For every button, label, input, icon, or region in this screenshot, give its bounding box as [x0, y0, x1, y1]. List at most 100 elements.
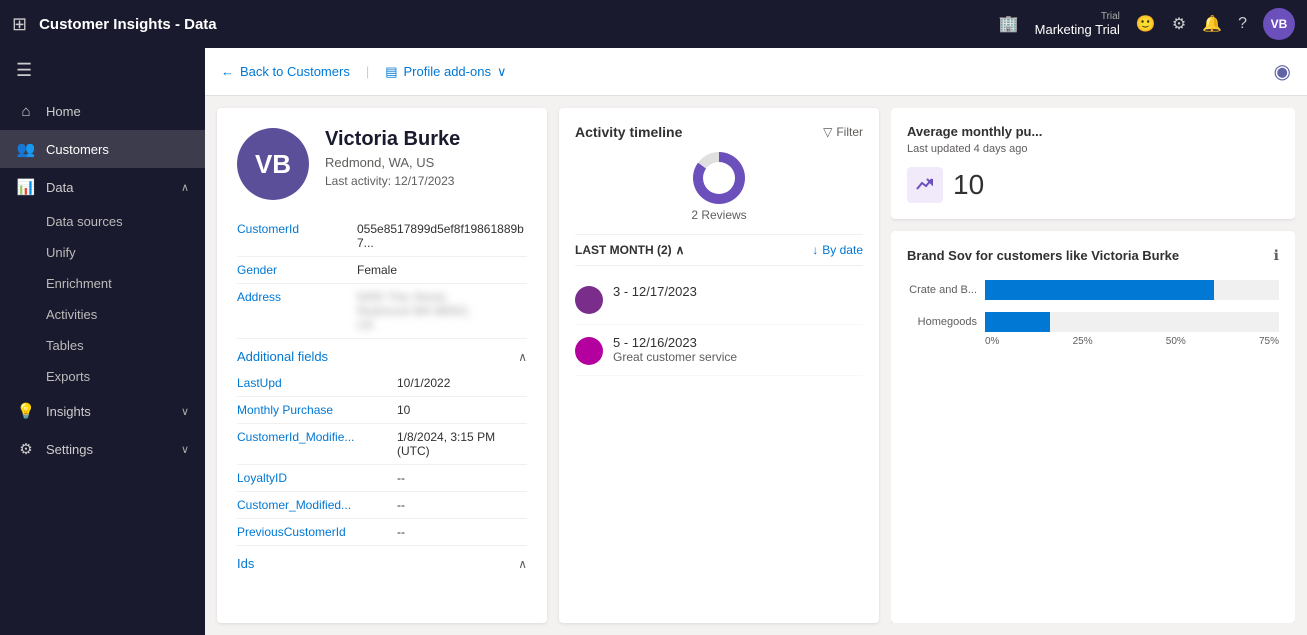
bar-label-1: Homegoods — [907, 316, 977, 328]
ids-chevron-icon: ∧ — [518, 557, 527, 571]
settings-icon[interactable]: ⚙ — [1172, 14, 1186, 34]
panels-row: VB Victoria Burke Redmond, WA, US Last a… — [205, 96, 1307, 635]
settings-sidebar-icon: ⚙ — [16, 440, 36, 458]
activity-panel: Activity timeline ▽ Filter 2 Reviews LAS… — [559, 108, 879, 623]
avg-purchase-value: 10 — [953, 169, 984, 201]
app-title: Customer Insights - Data — [39, 16, 987, 33]
sidebar-item-customers[interactable]: 👥 Customers — [0, 130, 205, 168]
sidebar-item-home[interactable]: ⌂ Home — [0, 93, 205, 130]
sidebar-item-insights[interactable]: 💡 Insights ∨ — [0, 392, 205, 430]
main-layout: ☰ ⌂ Home 👥 Customers 📊 Data ∧ Data sourc… — [0, 48, 1307, 635]
emoji-icon[interactable]: 🙂 — [1136, 14, 1156, 34]
additional-field-2: CustomerId_Modifie... 1/8/2024, 3:15 PM … — [237, 424, 527, 465]
bar-row-1: Homegoods — [907, 312, 1279, 332]
customer-panel: VB Victoria Burke Redmond, WA, US Last a… — [217, 108, 547, 623]
customer-header: VB Victoria Burke Redmond, WA, US Last a… — [237, 128, 527, 200]
sort-by-date-button[interactable]: ↓ By date — [812, 243, 863, 257]
sidebar-item-enrichment[interactable]: Enrichment — [0, 268, 205, 299]
bar-fill-0 — [985, 280, 1214, 300]
activity-donut-row: 2 Reviews — [575, 152, 863, 222]
customer-fields: CustomerId 055e8517899d5ef8f19861889b7..… — [237, 216, 527, 339]
additional-field-3: LoyaltyID -- — [237, 465, 527, 492]
brand-sov-header: Brand Sov for customers like Victoria Bu… — [907, 247, 1279, 264]
sidebar-item-activities[interactable]: Activities — [0, 299, 205, 330]
nav-divider: | — [366, 64, 369, 79]
bar-track-0 — [985, 280, 1279, 300]
help-icon[interactable]: ? — [1238, 15, 1247, 33]
additional-fields-section-header[interactable]: Additional fields ∧ — [237, 339, 527, 370]
customer-last-activity: Last activity: 12/17/2023 — [325, 174, 460, 188]
sidebar-item-data-sources[interactable]: Data sources — [0, 206, 205, 237]
data-chevron-icon: ∧ — [181, 181, 189, 194]
activity-header: Activity timeline ▽ Filter — [575, 124, 863, 140]
info-icon[interactable]: ℹ — [1274, 247, 1279, 264]
customers-icon: 👥 — [16, 140, 36, 158]
field-address: Address 5000 This Street,Redmond WA 9805… — [237, 284, 527, 339]
sidebar-item-data[interactable]: 📊 Data ∧ — [0, 168, 205, 206]
filter-button[interactable]: ▽ Filter — [823, 125, 863, 139]
customer-info: Victoria Burke Redmond, WA, US Last acti… — [325, 128, 460, 188]
sidebar-item-tables[interactable]: Tables — [0, 330, 205, 361]
home-icon: ⌂ — [16, 103, 36, 120]
secondary-nav: ← Back to Customers | ▤ Profile add-ons … — [205, 48, 1307, 96]
sidebar-item-settings[interactable]: ⚙ Settings ∨ — [0, 430, 205, 468]
sidebar-hamburger[interactable]: ☰ — [0, 48, 205, 93]
org-icon[interactable]: 🏢 — [999, 14, 1019, 34]
back-arrow-icon: ← — [221, 64, 234, 79]
profile-addons-chevron-icon: ∨ — [497, 64, 507, 80]
sort-icon: ↓ — [812, 243, 818, 257]
notification-icon[interactable]: 🔔 — [1202, 14, 1222, 34]
field-gender: Gender Female — [237, 257, 527, 284]
nav-right-circle-icon[interactable]: ◉ — [1274, 59, 1291, 84]
additional-fields-list: LastUpd 10/1/2022 Monthly Purchase 10 Cu… — [237, 370, 527, 546]
avg-purchase-value-row: 10 — [907, 167, 1279, 203]
back-to-customers-button[interactable]: ← Back to Customers — [221, 64, 350, 79]
activity-dot-1 — [575, 337, 603, 365]
content-area: ← Back to Customers | ▤ Profile add-ons … — [205, 48, 1307, 635]
month-filter: LAST MONTH (2) ∧ ↓ By date — [575, 234, 863, 266]
profile-addons-button[interactable]: ▤ Profile add-ons ∨ — [385, 64, 506, 80]
sidebar: ☰ ⌂ Home 👥 Customers 📊 Data ∧ Data sourc… — [0, 48, 205, 635]
data-icon: 📊 — [16, 178, 36, 196]
settings-chevron-icon: ∨ — [181, 443, 189, 456]
activity-dot-0 — [575, 286, 603, 314]
topbar: ⊞ Customer Insights - Data 🏢 Trial Marke… — [0, 0, 1307, 48]
insights-panel: Average monthly pu... Last updated 4 day… — [891, 108, 1295, 623]
additional-field-5: PreviousCustomerId -- — [237, 519, 527, 546]
activity-donut — [693, 152, 745, 204]
avg-purchase-card: Average monthly pu... Last updated 4 day… — [891, 108, 1295, 219]
trial-badge: Trial Marketing Trial — [1035, 11, 1120, 37]
month-chevron-icon: ∧ — [676, 243, 685, 257]
field-customer-id: CustomerId 055e8517899d5ef8f19861889b7..… — [237, 216, 527, 257]
additional-field-4: Customer_Modified... -- — [237, 492, 527, 519]
avg-purchase-icon — [907, 167, 943, 203]
additional-field-0: LastUpd 10/1/2022 — [237, 370, 527, 397]
address-value: 5000 This Street,Redmond WA 98052,US — [357, 290, 471, 332]
insights-chevron-icon: ∨ — [181, 405, 189, 418]
user-avatar[interactable]: VB — [1263, 8, 1295, 40]
profile-addons-icon: ▤ — [385, 64, 397, 80]
customer-avatar: VB — [237, 128, 309, 200]
bar-axis: 0% 25% 50% 75% — [907, 336, 1279, 347]
customer-location: Redmond, WA, US — [325, 155, 460, 170]
grid-icon[interactable]: ⊞ — [12, 14, 27, 35]
month-label[interactable]: LAST MONTH (2) ∧ — [575, 243, 684, 257]
activity-donut-inner — [703, 162, 735, 194]
brand-sov-card: Brand Sov for customers like Victoria Bu… — [891, 231, 1295, 623]
additional-fields-chevron-icon: ∧ — [518, 350, 527, 364]
sidebar-item-exports[interactable]: Exports — [0, 361, 205, 392]
additional-field-1: Monthly Purchase 10 — [237, 397, 527, 424]
activity-entry-content-0: 3 - 12/17/2023 — [613, 284, 863, 299]
topbar-right: 🏢 Trial Marketing Trial 🙂 ⚙ 🔔 ? VB — [999, 8, 1295, 40]
customer-name: Victoria Burke — [325, 128, 460, 151]
sidebar-item-unify[interactable]: Unify — [0, 237, 205, 268]
bar-track-1 — [985, 312, 1279, 332]
activity-entry-1: 5 - 12/16/2023 Great customer service — [575, 325, 863, 376]
bar-row-0: Crate and B... — [907, 280, 1279, 300]
activity-entry-content-1: 5 - 12/16/2023 Great customer service — [613, 335, 863, 364]
insights-icon: 💡 — [16, 402, 36, 420]
ids-section-header[interactable]: Ids ∧ — [237, 546, 527, 577]
bar-label-0: Crate and B... — [907, 284, 977, 296]
filter-icon: ▽ — [823, 125, 832, 139]
bar-fill-1 — [985, 312, 1050, 332]
